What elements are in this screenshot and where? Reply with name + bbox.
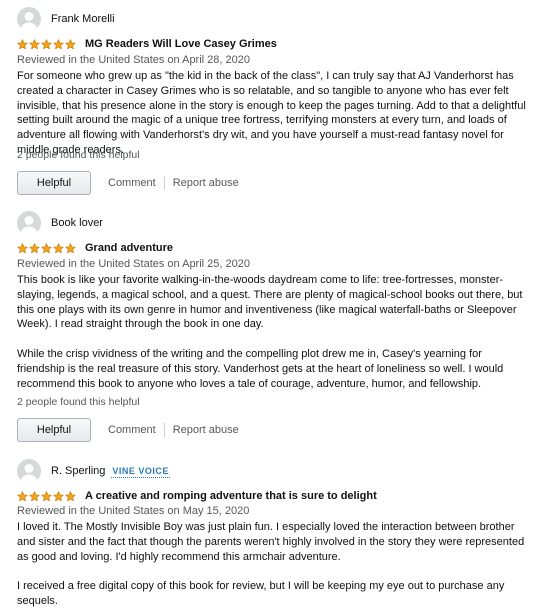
star-icon [17, 38, 28, 49]
review-date: Reviewed in the United States on May 15,… [17, 505, 250, 517]
review-date: Reviewed in the United States on April 2… [17, 54, 250, 66]
vine-voice-badge[interactable]: VINE VOICE [111, 465, 170, 478]
helpful-button[interactable]: Helpful [17, 171, 91, 195]
reviews-list: Frank Morelli MG Readers Will Love Casey… [0, 0, 539, 607]
reviewer-name[interactable]: Book lover [51, 217, 103, 229]
comment-link[interactable]: Comment [108, 177, 156, 189]
report-abuse-link[interactable]: Report abuse [173, 424, 239, 436]
star-icon [29, 242, 40, 253]
review-body: For someone who grew up as "the kid in t… [17, 69, 529, 158]
divider [163, 176, 165, 190]
reviewer-profile[interactable]: Book lover [17, 210, 103, 236]
reviewer-profile[interactable]: R. Sperling VINE VOICE [17, 458, 170, 484]
star-rating[interactable] [17, 38, 77, 50]
star-icon [65, 490, 76, 501]
comment-link[interactable]: Comment [108, 424, 156, 436]
divider [163, 423, 165, 437]
star-icon [41, 490, 52, 501]
star-rating[interactable] [17, 490, 77, 502]
review-paragraph: This book is like your favorite walking-… [17, 274, 523, 331]
star-icon [41, 242, 52, 253]
default-profile-icon [17, 459, 41, 483]
review-paragraph: For someone who grew up as "the kid in t… [17, 70, 526, 156]
helpful-count: 2 people found this helpful [17, 149, 140, 161]
review-date: Reviewed in the United States on April 2… [17, 258, 250, 270]
star-icon [41, 38, 52, 49]
reviewer-name[interactable]: Frank Morelli [51, 13, 115, 25]
review-title[interactable]: Grand adventure [85, 242, 173, 254]
default-profile-icon [17, 211, 41, 235]
star-icon [53, 242, 64, 253]
review-paragraph: I loved it. The Mostly Invisible Boy was… [17, 521, 525, 563]
review-body: I loved it. The Mostly Invisible Boy was… [17, 520, 529, 609]
review-title[interactable]: MG Readers Will Love Casey Grimes [85, 38, 277, 50]
star-icon [53, 490, 64, 501]
star-rating[interactable] [17, 242, 77, 254]
star-icon [53, 38, 64, 49]
review-title[interactable]: A creative and romping adventure that is… [85, 490, 377, 502]
helpful-button[interactable]: Helpful [17, 418, 91, 442]
star-icon [29, 490, 40, 501]
star-icon [65, 242, 76, 253]
star-icon [17, 490, 28, 501]
report-abuse-link[interactable]: Report abuse [173, 177, 239, 189]
helpful-count: 2 people found this helpful [17, 396, 140, 408]
default-profile-icon [17, 7, 41, 31]
review-paragraph: While the crisp vividness of the writing… [17, 347, 504, 390]
reviewer-name[interactable]: R. Sperling [51, 465, 105, 477]
review-paragraph: I received a free digital copy of this b… [17, 580, 505, 607]
star-icon [65, 38, 76, 49]
star-icon [29, 38, 40, 49]
star-icon [17, 242, 28, 253]
review-body: This book is like your favorite walking-… [17, 273, 529, 391]
reviewer-profile[interactable]: Frank Morelli [17, 6, 115, 32]
